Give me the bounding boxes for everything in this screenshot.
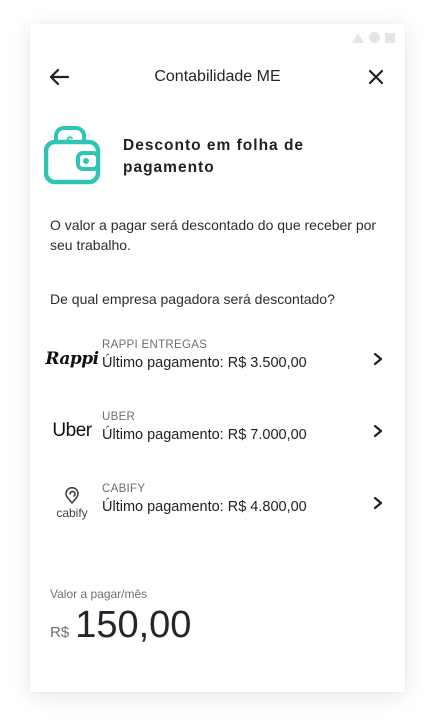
signal-icon — [352, 32, 364, 43]
uber-logo: Uber — [48, 406, 96, 456]
page-title: Contabilidade ME — [154, 68, 281, 85]
rappi-logo-text: Rappi — [45, 349, 99, 369]
price-value: R$ 150,00 — [50, 604, 191, 647]
hero-title: Desconto em folha de pagamento — [123, 137, 305, 176]
price-amount: 150,00 — [75, 604, 192, 646]
cabify-logo: cabify — [48, 478, 96, 528]
rappi-logo: Rappi — [45, 334, 99, 384]
close-icon — [368, 69, 384, 85]
wifi-icon — [369, 32, 380, 43]
company-question: De qual empresa pagadora será descontado… — [50, 291, 335, 307]
status-bar — [352, 32, 395, 43]
battery-icon — [385, 32, 395, 43]
price-currency: R$ — [50, 624, 70, 641]
screen-card: Contabilidade ME $ Desconto em folha de … — [30, 24, 405, 692]
company-item-uber[interactable]: Uber UBER Último pagamento: R$ 7.000,00 — [30, 406, 405, 456]
last-payment: Último pagamento: R$ 4.800,00 — [102, 499, 307, 515]
header: Contabilidade ME — [30, 62, 405, 92]
company-name: UBER — [102, 411, 136, 423]
wallet-icon: $ — [44, 126, 101, 185]
company-name: CABIFY — [102, 483, 146, 495]
chevron-right-icon — [373, 496, 383, 510]
last-payment: Último pagamento: R$ 3.500,00 — [102, 355, 307, 371]
cabify-logo-text: cabify — [56, 505, 88, 520]
company-item-rappi[interactable]: Rappi RAPPI ENTREGAS Último pagamento: R… — [30, 334, 405, 384]
chevron-right-icon — [373, 352, 383, 366]
company-item-cabify[interactable]: cabify CABIFY Último pagamento: R$ 4.800… — [30, 478, 405, 528]
company-name: RAPPI ENTREGAS — [102, 339, 208, 351]
chevron-right-icon — [373, 424, 383, 438]
last-payment: Último pagamento: R$ 7.000,00 — [102, 427, 307, 443]
cabify-pin-icon — [65, 486, 79, 504]
uber-logo-text: Uber — [52, 420, 92, 441]
description-text: O valor a pagar será descontado do que r… — [50, 217, 377, 253]
close-button[interactable] — [367, 68, 385, 86]
price-label: Valor a pagar/mês — [50, 587, 148, 601]
